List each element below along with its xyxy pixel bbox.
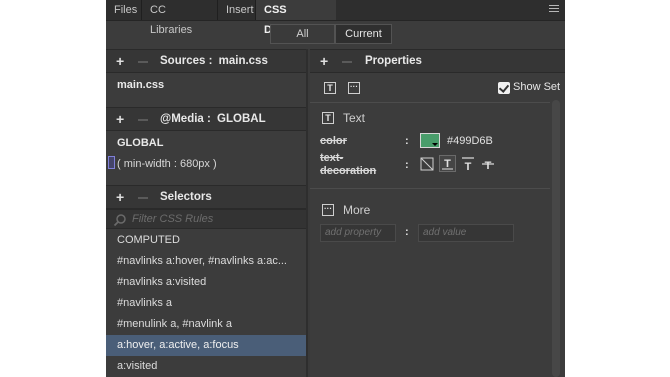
- swatch-dropdown-icon: [432, 143, 438, 146]
- tab-cc-libraries[interactable]: CC Libraries: [142, 0, 218, 36]
- decoration-none-icon[interactable]: [420, 157, 434, 171]
- selector-item-computed[interactable]: COMPUTED: [106, 230, 306, 251]
- sources-header-file: main.css: [218, 55, 268, 67]
- media-header: + @Media : GLOBAL: [106, 107, 306, 131]
- media-item-min-width[interactable]: ( min-width : 680px ): [108, 156, 217, 170]
- sources-header-label: Sources :: [160, 55, 213, 67]
- filter-css-rules-input[interactable]: Filter CSS Rules: [106, 209, 306, 229]
- show-set-checkbox[interactable]: [498, 82, 510, 94]
- media-item-global[interactable]: GLOBAL: [117, 137, 163, 149]
- sources-header: + Sources : main.css: [106, 49, 306, 73]
- toggle-all-button[interactable]: All: [270, 24, 335, 44]
- tab-css-designer[interactable]: CSS Designer: [256, 0, 336, 36]
- add-selector-icon[interactable]: +: [116, 190, 124, 204]
- selector-item[interactable]: a:visited: [106, 356, 306, 377]
- text-section-icon: T: [322, 112, 334, 124]
- add-property-input[interactable]: add property: [320, 224, 396, 242]
- text-section-title: Text: [343, 111, 366, 125]
- source-item[interactable]: main.css: [117, 79, 164, 91]
- panel-menu-icon[interactable]: [549, 5, 559, 14]
- media-header-value: GLOBAL: [217, 113, 266, 125]
- text-category-icon[interactable]: T: [324, 82, 336, 94]
- tab-files[interactable]: Files: [106, 0, 142, 20]
- selectors-header-label: Selectors: [160, 191, 212, 203]
- decoration-overline-icon[interactable]: T: [461, 157, 475, 171]
- more-section-title: More: [343, 203, 371, 217]
- divider: [310, 102, 550, 103]
- css-designer-panel: Files CC Libraries Insert CSS Designer A…: [106, 0, 565, 377]
- remove-selector-icon[interactable]: [138, 197, 148, 199]
- add-property-icon[interactable]: +: [320, 54, 328, 68]
- add-source-icon[interactable]: +: [116, 54, 124, 68]
- remove-property-icon[interactable]: [342, 61, 352, 63]
- media-item-min-width-label: ( min-width : 680px ): [117, 158, 217, 170]
- text-decoration-label-2[interactable]: decoration: [320, 165, 376, 177]
- decoration-underline-icon[interactable]: T: [439, 155, 456, 172]
- more-section-icon: ···: [322, 204, 334, 216]
- selector-item[interactable]: #navlinks a: [106, 293, 306, 314]
- selector-item-selected[interactable]: a:hover, a:active, a:focus: [106, 335, 306, 356]
- properties-header: + Properties: [310, 49, 565, 73]
- media-header-label: @Media :: [160, 113, 211, 125]
- decoration-line-through-icon[interactable]: T: [481, 157, 495, 171]
- more-category-icon[interactable]: ···: [348, 82, 360, 94]
- svg-text:T: T: [465, 161, 472, 171]
- selector-item[interactable]: #navlinks a:hover, #navlinks a:ac...: [106, 251, 306, 272]
- properties-scrollbar[interactable]: [552, 100, 560, 377]
- left-column: + Sources : main.css main.css + @Media :…: [106, 49, 306, 377]
- svg-text:T: T: [444, 158, 451, 170]
- color-property-label[interactable]: color: [320, 135, 347, 147]
- toggle-current-button[interactable]: Current: [335, 24, 392, 44]
- selectors-header: + Selectors: [106, 185, 306, 209]
- svg-text:T: T: [485, 160, 492, 171]
- tab-insert[interactable]: Insert: [218, 0, 256, 20]
- add-value-input[interactable]: add value: [418, 224, 514, 242]
- selector-item[interactable]: #menulink a, #navlink a: [106, 314, 306, 335]
- text-decoration-label-1[interactable]: text-: [320, 152, 343, 164]
- properties-header-label: Properties: [365, 55, 422, 67]
- color-value[interactable]: #499D6B: [447, 135, 493, 147]
- selector-item[interactable]: #navlinks a:visited: [106, 272, 306, 293]
- remove-media-icon[interactable]: [138, 119, 148, 121]
- search-icon: [113, 214, 126, 227]
- add-media-icon[interactable]: +: [116, 112, 124, 126]
- color-swatch[interactable]: [420, 133, 440, 148]
- media-query-marker-icon: [108, 156, 115, 169]
- remove-source-icon[interactable]: [138, 61, 148, 63]
- show-set-label: Show Set: [513, 81, 561, 93]
- filter-placeholder: Filter CSS Rules: [132, 213, 214, 225]
- divider: [310, 188, 550, 189]
- panel-tab-bar: Files CC Libraries Insert CSS Designer: [106, 0, 565, 36]
